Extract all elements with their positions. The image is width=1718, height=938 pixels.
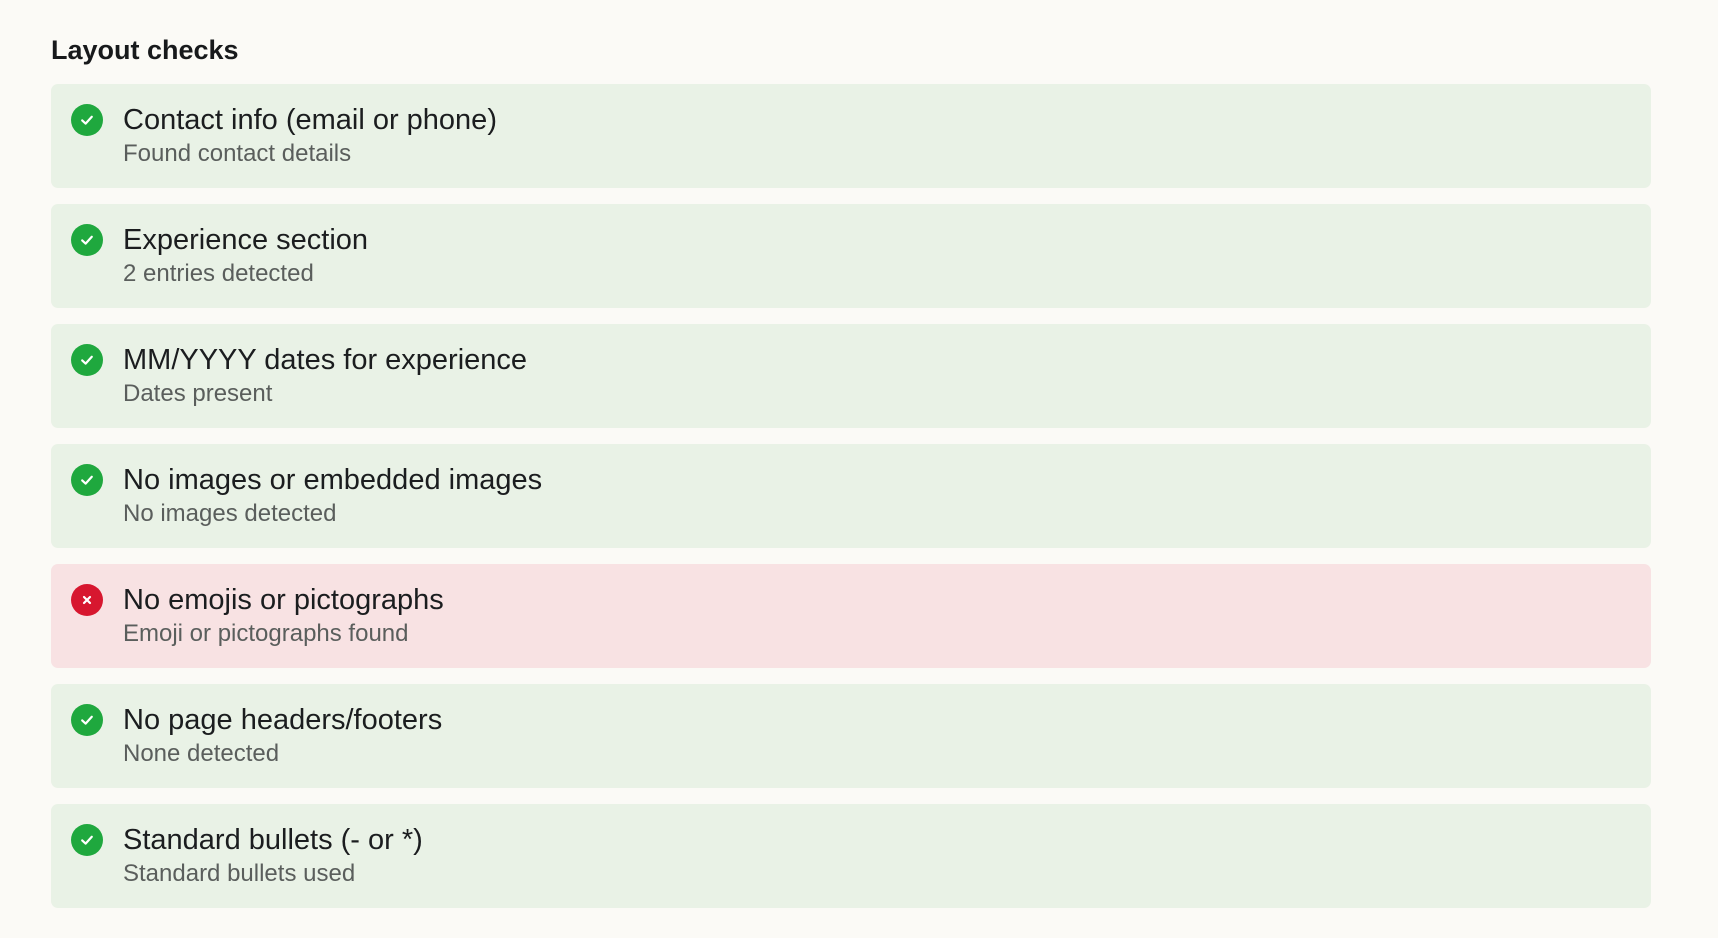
- check-detail: Found contact details: [123, 140, 352, 167]
- check-text: Contact info (email or phone) Found cont…: [123, 102, 497, 170]
- check-title: No page headers/footers: [123, 704, 443, 736]
- check-detail: Standard bullets used: [123, 860, 356, 887]
- section-title: Layout checks: [51, 35, 239, 65]
- check-text: MM/YYYY dates for experience Dates prese…: [123, 342, 527, 410]
- check-text: No images or embedded images No images d…: [123, 462, 542, 530]
- check-item-experience-section: Experience section 2 entries detected: [51, 204, 1651, 308]
- x-circle-icon: [71, 584, 103, 616]
- check-item-contact-info: Contact info (email or phone) Found cont…: [51, 84, 1651, 188]
- check-item-no-images: No images or embedded images No images d…: [51, 444, 1651, 548]
- check-circle-icon: [71, 344, 103, 376]
- check-circle-icon: [71, 224, 103, 256]
- check-detail: 2 entries detected: [123, 260, 314, 287]
- check-item-no-emojis: No emojis or pictographs Emoji or pictog…: [51, 564, 1651, 668]
- check-title: MM/YYYY dates for experience: [123, 344, 528, 376]
- check-circle-icon: [71, 464, 103, 496]
- check-title: Contact info (email or phone): [123, 104, 497, 136]
- check-title: No emojis or pictographs: [123, 584, 444, 616]
- check-detail: Emoji or pictographs found: [123, 620, 409, 647]
- check-circle-icon: [71, 104, 103, 136]
- check-text: Experience section 2 entries detected: [123, 222, 368, 290]
- check-title: Experience section: [123, 224, 369, 256]
- check-title: Standard bullets (- or *): [123, 824, 423, 856]
- check-text: No emojis or pictographs Emoji or pictog…: [123, 582, 444, 650]
- check-title: No images or embedded images: [123, 464, 543, 496]
- check-circle-icon: [71, 704, 103, 736]
- check-text: No page headers/footers None detected: [123, 702, 442, 770]
- check-detail: Dates present: [123, 380, 273, 407]
- check-detail: None detected: [123, 740, 280, 767]
- checks-list: Contact info (email or phone) Found cont…: [51, 84, 1651, 908]
- check-circle-icon: [71, 824, 103, 856]
- check-text: Standard bullets (- or *) Standard bulle…: [123, 822, 423, 890]
- check-detail: No images detected: [123, 500, 337, 527]
- check-item-standard-bullets: Standard bullets (- or *) Standard bulle…: [51, 804, 1651, 908]
- check-item-date-format: MM/YYYY dates for experience Dates prese…: [51, 324, 1651, 428]
- check-item-no-headers-footers: No page headers/footers None detected: [51, 684, 1651, 788]
- layout-checks-panel: Layout checks Contact info (email or pho…: [0, 0, 1651, 908]
